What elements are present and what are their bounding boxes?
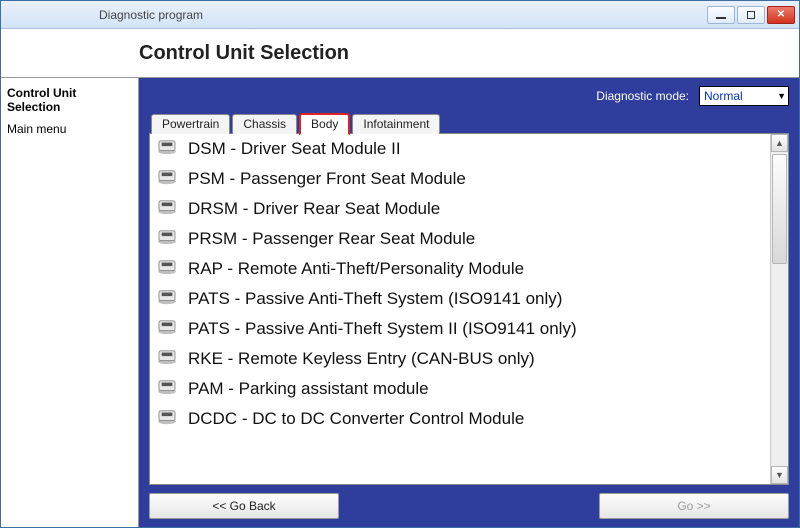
module-icon xyxy=(156,169,178,190)
list-item[interactable]: RAP - Remote Anti-Theft/Personality Modu… xyxy=(150,254,770,284)
list-item-label: PATS - Passive Anti-Theft System II (ISO… xyxy=(188,319,577,339)
module-icon xyxy=(156,319,178,340)
window-title: Diagnostic program xyxy=(99,8,203,22)
app-window: Diagnostic program ✕ Control Unit Select… xyxy=(0,0,800,528)
sidebar-item-control-unit-selection[interactable]: Control Unit Selection xyxy=(5,84,134,116)
tab-powertrain[interactable]: Powertrain xyxy=(151,114,230,134)
titlebar: Diagnostic program ✕ xyxy=(1,1,799,29)
tab-chassis[interactable]: Chassis xyxy=(232,114,297,134)
main-panel: Diagnostic mode: Normal ▼ Powertrain Cha… xyxy=(139,78,799,527)
list-item[interactable]: DSM - Driver Seat Module II xyxy=(150,134,770,164)
diagnostic-mode-bar: Diagnostic mode: Normal ▼ xyxy=(149,84,789,108)
module-icon xyxy=(156,379,178,400)
module-list-panel: DSM - Driver Seat Module II PSM - Passen… xyxy=(149,133,789,485)
module-icon xyxy=(156,349,178,370)
list-item-label: DCDC - DC to DC Converter Control Module xyxy=(188,409,524,429)
minimize-button[interactable] xyxy=(707,6,735,24)
page-title: Control Unit Selection xyxy=(139,42,349,65)
tabs: Powertrain Chassis Body Infotainment xyxy=(149,112,789,134)
module-icon xyxy=(156,229,178,250)
scroll-up-icon[interactable]: ▲ xyxy=(771,134,788,152)
module-icon xyxy=(156,409,178,430)
scroll-thumb[interactable] xyxy=(772,154,787,264)
list-item[interactable]: PAM - Parking assistant module xyxy=(150,374,770,404)
list-item[interactable]: DCDC - DC to DC Converter Control Module xyxy=(150,404,770,434)
list-item[interactable]: PSM - Passenger Front Seat Module xyxy=(150,164,770,194)
list-item-label: PSM - Passenger Front Seat Module xyxy=(188,169,466,189)
diagnostic-mode-select[interactable]: Normal ▼ xyxy=(699,86,789,106)
scroll-down-icon[interactable]: ▼ xyxy=(771,466,788,484)
diagnostic-mode-label: Diagnostic mode: xyxy=(596,89,689,103)
footer-nav: << Go Back Go >> xyxy=(149,485,789,519)
list-item[interactable]: PRSM - Passenger Rear Seat Module xyxy=(150,224,770,254)
module-icon xyxy=(156,139,178,160)
list-item-label: RAP - Remote Anti-Theft/Personality Modu… xyxy=(188,259,524,279)
tab-body[interactable]: Body xyxy=(299,113,350,135)
close-button[interactable]: ✕ xyxy=(767,6,795,24)
module-icon xyxy=(156,199,178,220)
list-item-label: DRSM - Driver Rear Seat Module xyxy=(188,199,440,219)
tab-infotainment[interactable]: Infotainment xyxy=(352,114,440,134)
chevron-down-icon: ▼ xyxy=(777,91,786,101)
go-button[interactable]: Go >> xyxy=(599,493,789,519)
list-item[interactable]: PATS - Passive Anti-Theft System (ISO914… xyxy=(150,284,770,314)
list-item-label: PRSM - Passenger Rear Seat Module xyxy=(188,229,475,249)
module-list: DSM - Driver Seat Module II PSM - Passen… xyxy=(150,134,770,484)
scrollbar[interactable]: ▲ ▼ xyxy=(770,134,788,484)
list-item-label: RKE - Remote Keyless Entry (CAN-BUS only… xyxy=(188,349,535,369)
maximize-button[interactable] xyxy=(737,6,765,24)
list-item-label: PAM - Parking assistant module xyxy=(188,379,429,399)
diagnostic-mode-value: Normal xyxy=(704,89,743,103)
module-icon xyxy=(156,259,178,280)
list-item[interactable]: DRSM - Driver Rear Seat Module xyxy=(150,194,770,224)
sidebar-item-main-menu[interactable]: Main menu xyxy=(5,120,134,138)
list-item-label: DSM - Driver Seat Module II xyxy=(188,139,401,159)
window-controls: ✕ xyxy=(707,6,795,24)
body-area: Control Unit Selection Main menu Diagnos… xyxy=(1,77,799,527)
list-item[interactable]: PATS - Passive Anti-Theft System II (ISO… xyxy=(150,314,770,344)
sidebar: Control Unit Selection Main menu xyxy=(1,78,139,527)
page-header: Control Unit Selection xyxy=(1,29,799,77)
module-icon xyxy=(156,289,178,310)
scroll-track[interactable] xyxy=(771,152,788,466)
list-item[interactable]: RKE - Remote Keyless Entry (CAN-BUS only… xyxy=(150,344,770,374)
go-back-button[interactable]: << Go Back xyxy=(149,493,339,519)
list-item-label: PATS - Passive Anti-Theft System (ISO914… xyxy=(188,289,562,309)
